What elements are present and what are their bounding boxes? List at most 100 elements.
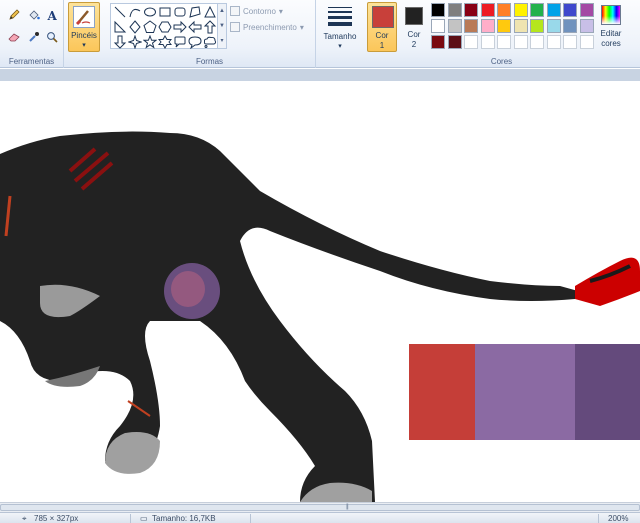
cursor-position-icon: ⌖ [22, 514, 27, 523]
chevron-down-icon: ▾ [278, 6, 283, 16]
color2-button[interactable]: Cor 2 [401, 2, 427, 52]
outline-label: Contorno [243, 6, 276, 16]
chevron-down-icon: ▾ [299, 22, 304, 32]
expand-gallery-icon[interactable]: ▾ [218, 34, 226, 49]
rounded-callout-shape-icon[interactable] [173, 35, 187, 49]
palette-color-cell[interactable] [480, 3, 495, 17]
chevron-down-icon: ▾ [338, 43, 342, 50]
oval-shape-icon[interactable] [143, 5, 157, 19]
palette-color-cell[interactable] [431, 19, 445, 33]
palette-color-cell[interactable] [563, 35, 577, 49]
size-label: Tamanho [323, 32, 357, 41]
color2-swatch [405, 7, 423, 25]
scroll-down-icon[interactable]: ▼ [218, 19, 226, 34]
color-spectrum-icon [601, 5, 621, 25]
shapes-scrollbar[interactable]: ▲ ▼ ▾ [218, 3, 227, 49]
palette-color-cell[interactable] [447, 3, 462, 17]
oval-callout-shape-icon[interactable] [188, 35, 202, 50]
fill-bucket-icon[interactable] [26, 7, 42, 23]
four-point-star-shape-icon[interactable] [127, 34, 143, 50]
size-button[interactable]: Tamanho ▾ [320, 2, 360, 52]
pencil-icon[interactable] [6, 7, 22, 23]
up-arrow-shape-icon[interactable] [203, 20, 217, 34]
palette-color-cell[interactable] [497, 35, 511, 49]
status-bar: ⌖ 785 × 327px ▭ Tamanho: 16,7KB 200% [0, 512, 640, 523]
palette-color-cell[interactable] [579, 35, 594, 49]
text-icon[interactable]: A [44, 7, 60, 23]
edit-colors-button[interactable]: Editar cores [596, 2, 626, 52]
palette-color-cell[interactable] [480, 19, 495, 33]
canvas-area [0, 69, 640, 502]
palette-color-cell[interactable] [546, 3, 561, 17]
palette-color-cell[interactable] [546, 19, 561, 33]
triangle-shape-icon[interactable] [203, 5, 217, 19]
file-size: Tamanho: 16,7KB [152, 514, 216, 523]
palette-color-cell[interactable] [464, 35, 478, 49]
palette-color-cell[interactable] [563, 19, 577, 33]
palette-color-cell[interactable] [431, 35, 445, 49]
scroll-grip-icon: ||| [346, 504, 349, 510]
eraser-icon[interactable] [6, 29, 22, 45]
color1-swatch [372, 6, 394, 28]
palette-color-cell[interactable] [431, 3, 445, 17]
drawing-canvas[interactable] [0, 81, 640, 502]
scroll-thumb[interactable] [0, 504, 640, 511]
rounded-rectangle-shape-icon[interactable] [173, 5, 187, 19]
palette-color-cell[interactable] [497, 3, 511, 17]
sample-swatch [475, 344, 575, 440]
six-point-star-shape-icon[interactable] [157, 34, 173, 50]
down-arrow-shape-icon[interactable] [113, 35, 127, 49]
shapes-group-label: Formas [195, 57, 224, 66]
sample-swatch [409, 344, 475, 440]
cloud-callout-shape-icon[interactable] [203, 35, 217, 49]
rectangle-shape-icon[interactable] [158, 5, 172, 19]
tools-group-label: Ferramentas [8, 57, 55, 66]
palette-color-cell[interactable] [447, 19, 462, 33]
palette-color-cell[interactable] [530, 35, 544, 49]
fill-dropdown[interactable]: Preenchimento ▾ [230, 20, 304, 34]
brushes-button[interactable]: Pincéis ▾ [68, 2, 100, 52]
five-point-star-shape-icon[interactable] [142, 34, 158, 49]
polygon-shape-icon[interactable] [188, 5, 202, 19]
brush-icon [73, 6, 95, 28]
left-arrow-shape-icon[interactable] [188, 20, 202, 34]
curve-shape-icon[interactable] [128, 5, 142, 19]
palette-color-cell[interactable] [513, 35, 528, 49]
cursor-position: 785 × 327px [34, 514, 79, 523]
horizontal-scrollbar[interactable]: ||| [0, 502, 640, 512]
palette-color-cell[interactable] [530, 19, 544, 33]
color-picker-icon[interactable] [26, 29, 42, 45]
palette-color-cell[interactable] [546, 35, 561, 49]
palette-color-cell[interactable] [464, 19, 478, 33]
hexagon-shape-icon[interactable] [158, 20, 172, 34]
fill-label: Preenchimento [243, 22, 297, 32]
shapes-gallery [110, 3, 218, 50]
palette-color-cell[interactable] [530, 3, 544, 17]
outline-dropdown[interactable]: Contorno ▾ [230, 4, 283, 18]
brushes-label: Pincéis [71, 31, 97, 40]
right-triangle-shape-icon[interactable] [113, 20, 127, 34]
color-palette [431, 3, 595, 51]
sample-swatch [575, 344, 640, 440]
tools-group: A Ferramentas [0, 0, 64, 68]
line-shape-icon[interactable] [113, 5, 127, 19]
palette-color-cell[interactable] [480, 35, 495, 49]
color1-label: Cor 1 [375, 31, 389, 50]
palette-color-cell[interactable] [464, 3, 478, 17]
palette-color-cell[interactable] [497, 19, 511, 33]
palette-color-cell[interactable] [563, 3, 577, 17]
right-arrow-shape-icon[interactable] [173, 20, 187, 34]
palette-color-cell[interactable] [579, 3, 594, 17]
magnifier-icon[interactable] [44, 29, 60, 45]
palette-color-cell[interactable] [579, 19, 594, 33]
palette-color-cell[interactable] [513, 3, 528, 17]
pentagon-shape-icon[interactable] [143, 20, 157, 34]
diamond-shape-icon[interactable] [128, 20, 142, 34]
color1-button[interactable]: Cor 1 [367, 2, 397, 52]
palette-color-cell[interactable] [513, 19, 528, 33]
ribbon: A Ferramentas Pincéis ▾ Formas ▲ ▼ ▾ Con… [0, 0, 640, 68]
palette-color-cell[interactable] [447, 35, 462, 49]
line-size-icon [328, 7, 352, 29]
edit-colors-label: Editar cores [600, 29, 622, 48]
scroll-up-icon[interactable]: ▲ [218, 4, 226, 19]
